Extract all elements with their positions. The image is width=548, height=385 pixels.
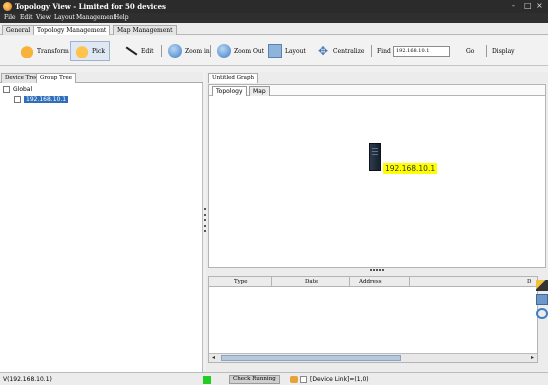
menu-management[interactable]: Management bbox=[76, 14, 116, 21]
tab-topology-management[interactable]: Topology Management bbox=[33, 25, 111, 35]
column-header-d[interactable]: D bbox=[527, 279, 531, 285]
event-table: Type Date Address D ◂ ▸ bbox=[208, 276, 538, 363]
layout-icon bbox=[268, 44, 282, 58]
zoom-out-label: Zoom Out bbox=[234, 47, 265, 55]
link-checkbox[interactable] bbox=[300, 376, 307, 383]
zoom-out-button[interactable]: Zoom Out bbox=[213, 41, 268, 61]
event-table-header: Type Date Address D bbox=[209, 277, 537, 287]
menu-view[interactable]: View bbox=[36, 14, 51, 21]
toolbar-separator bbox=[161, 45, 162, 57]
left-panel: Device Tree Group Tree Global 192.168.10… bbox=[0, 72, 203, 372]
find-label: Find bbox=[377, 47, 391, 55]
tab-general[interactable]: General bbox=[2, 25, 35, 35]
graph-area: Untitled Graph Topology Map 192.168.10.1… bbox=[206, 72, 548, 372]
edit-pen-icon[interactable] bbox=[536, 280, 548, 291]
tab-map-management[interactable]: Map Management bbox=[113, 25, 177, 35]
edit-label: Edit bbox=[141, 47, 154, 55]
toolbar-separator bbox=[371, 45, 372, 57]
centralize-button[interactable]: ✥ Centralize bbox=[312, 41, 368, 61]
tab-topology[interactable]: Topology bbox=[212, 86, 247, 96]
check-running-button[interactable]: Check Running bbox=[229, 375, 280, 384]
display-button[interactable]: Display bbox=[488, 41, 519, 61]
window-title: Topology View - Limited for 50 devices bbox=[15, 2, 166, 11]
refresh-icon[interactable] bbox=[536, 308, 548, 319]
column-header-date[interactable]: Date bbox=[305, 279, 318, 285]
tab-group-tree[interactable]: Group Tree bbox=[36, 73, 76, 83]
minimize-button[interactable]: - bbox=[512, 1, 515, 10]
status-bar: V(192.168.10.1) Check Running [Device Li… bbox=[0, 372, 548, 385]
scroll-left-icon[interactable]: ◂ bbox=[209, 354, 218, 362]
pick-button[interactable]: Pick bbox=[70, 41, 110, 61]
status-indicator bbox=[203, 376, 211, 384]
menu-edit[interactable]: Edit bbox=[20, 14, 33, 21]
scrollbar-thumb[interactable] bbox=[221, 355, 401, 361]
left-tab-bar: Device Tree Group Tree bbox=[0, 72, 203, 83]
zoom-in-button[interactable]: Zoom in bbox=[164, 41, 214, 61]
find-input[interactable]: 192.168.10.1 bbox=[393, 46, 450, 57]
layout-button[interactable]: Layout bbox=[264, 41, 310, 61]
column-header-type[interactable]: Type bbox=[234, 279, 248, 285]
title-bar: Topology View - Limited for 50 devices -… bbox=[0, 0, 548, 13]
tab-untitled-graph[interactable]: Untitled Graph bbox=[208, 73, 259, 83]
hand-icon bbox=[20, 44, 34, 58]
device-label[interactable]: 192.168.10.1 bbox=[383, 163, 438, 174]
column-header-address[interactable]: Address bbox=[359, 279, 382, 285]
transform-button[interactable]: Transform bbox=[16, 41, 73, 61]
zoom-in-icon bbox=[168, 44, 182, 58]
toolbar-separator bbox=[486, 45, 487, 57]
app-icon bbox=[3, 2, 12, 11]
document-icon[interactable] bbox=[536, 294, 548, 305]
menu-layout[interactable]: Layout bbox=[54, 14, 75, 21]
toolbar-separator bbox=[210, 45, 211, 57]
maximize-button[interactable]: □ bbox=[524, 1, 532, 10]
tree-expander-icon[interactable] bbox=[14, 96, 21, 103]
link-icon bbox=[290, 376, 298, 383]
zoom-out-icon bbox=[217, 44, 231, 58]
horizontal-scrollbar[interactable]: ◂ ▸ bbox=[209, 353, 537, 362]
tree-node-label: 192.168.10.1 bbox=[24, 96, 69, 103]
pick-hand-icon bbox=[75, 44, 89, 58]
edit-button[interactable]: Edit bbox=[120, 41, 158, 61]
tree-node-global[interactable]: Global bbox=[3, 86, 32, 93]
scroll-right-icon[interactable]: ▸ bbox=[528, 354, 537, 362]
go-button[interactable]: Go bbox=[462, 41, 478, 61]
pen-icon bbox=[124, 44, 138, 58]
layout-label: Layout bbox=[285, 47, 306, 55]
graph-subtab-bar: Topology Map bbox=[208, 84, 546, 96]
app-tab-bar: General Topology Management Map Manageme… bbox=[0, 23, 548, 35]
menu-help[interactable]: Help bbox=[114, 14, 129, 21]
switch-device-icon[interactable] bbox=[369, 143, 381, 171]
side-toolbox bbox=[536, 280, 548, 330]
device-link-count: [Device Link]=(1,0) bbox=[310, 376, 369, 383]
tree-expander-icon[interactable] bbox=[3, 86, 10, 93]
tree-node-device[interactable]: 192.168.10.1 bbox=[14, 96, 69, 103]
toolbar: Transform Pick Edit Zoom in Zoom Out Lay… bbox=[0, 36, 548, 66]
horizontal-splitter-handle[interactable] bbox=[370, 269, 384, 271]
menu-bar: File Edit View Layout Management Help bbox=[0, 13, 548, 23]
zoom-in-label: Zoom in bbox=[185, 47, 210, 55]
close-button[interactable]: × bbox=[536, 1, 543, 10]
transform-label: Transform bbox=[37, 47, 69, 55]
tab-map[interactable]: Map bbox=[249, 86, 270, 96]
pick-label: Pick bbox=[92, 47, 105, 55]
centralize-icon: ✥ bbox=[317, 44, 329, 58]
menu-file[interactable]: File bbox=[4, 14, 16, 21]
centralize-label: Centralize bbox=[333, 47, 365, 55]
topology-canvas[interactable]: 192.168.10.1 bbox=[208, 96, 546, 268]
status-device-text: V(192.168.10.1) bbox=[3, 376, 52, 383]
tree-node-label: Global bbox=[13, 86, 33, 93]
